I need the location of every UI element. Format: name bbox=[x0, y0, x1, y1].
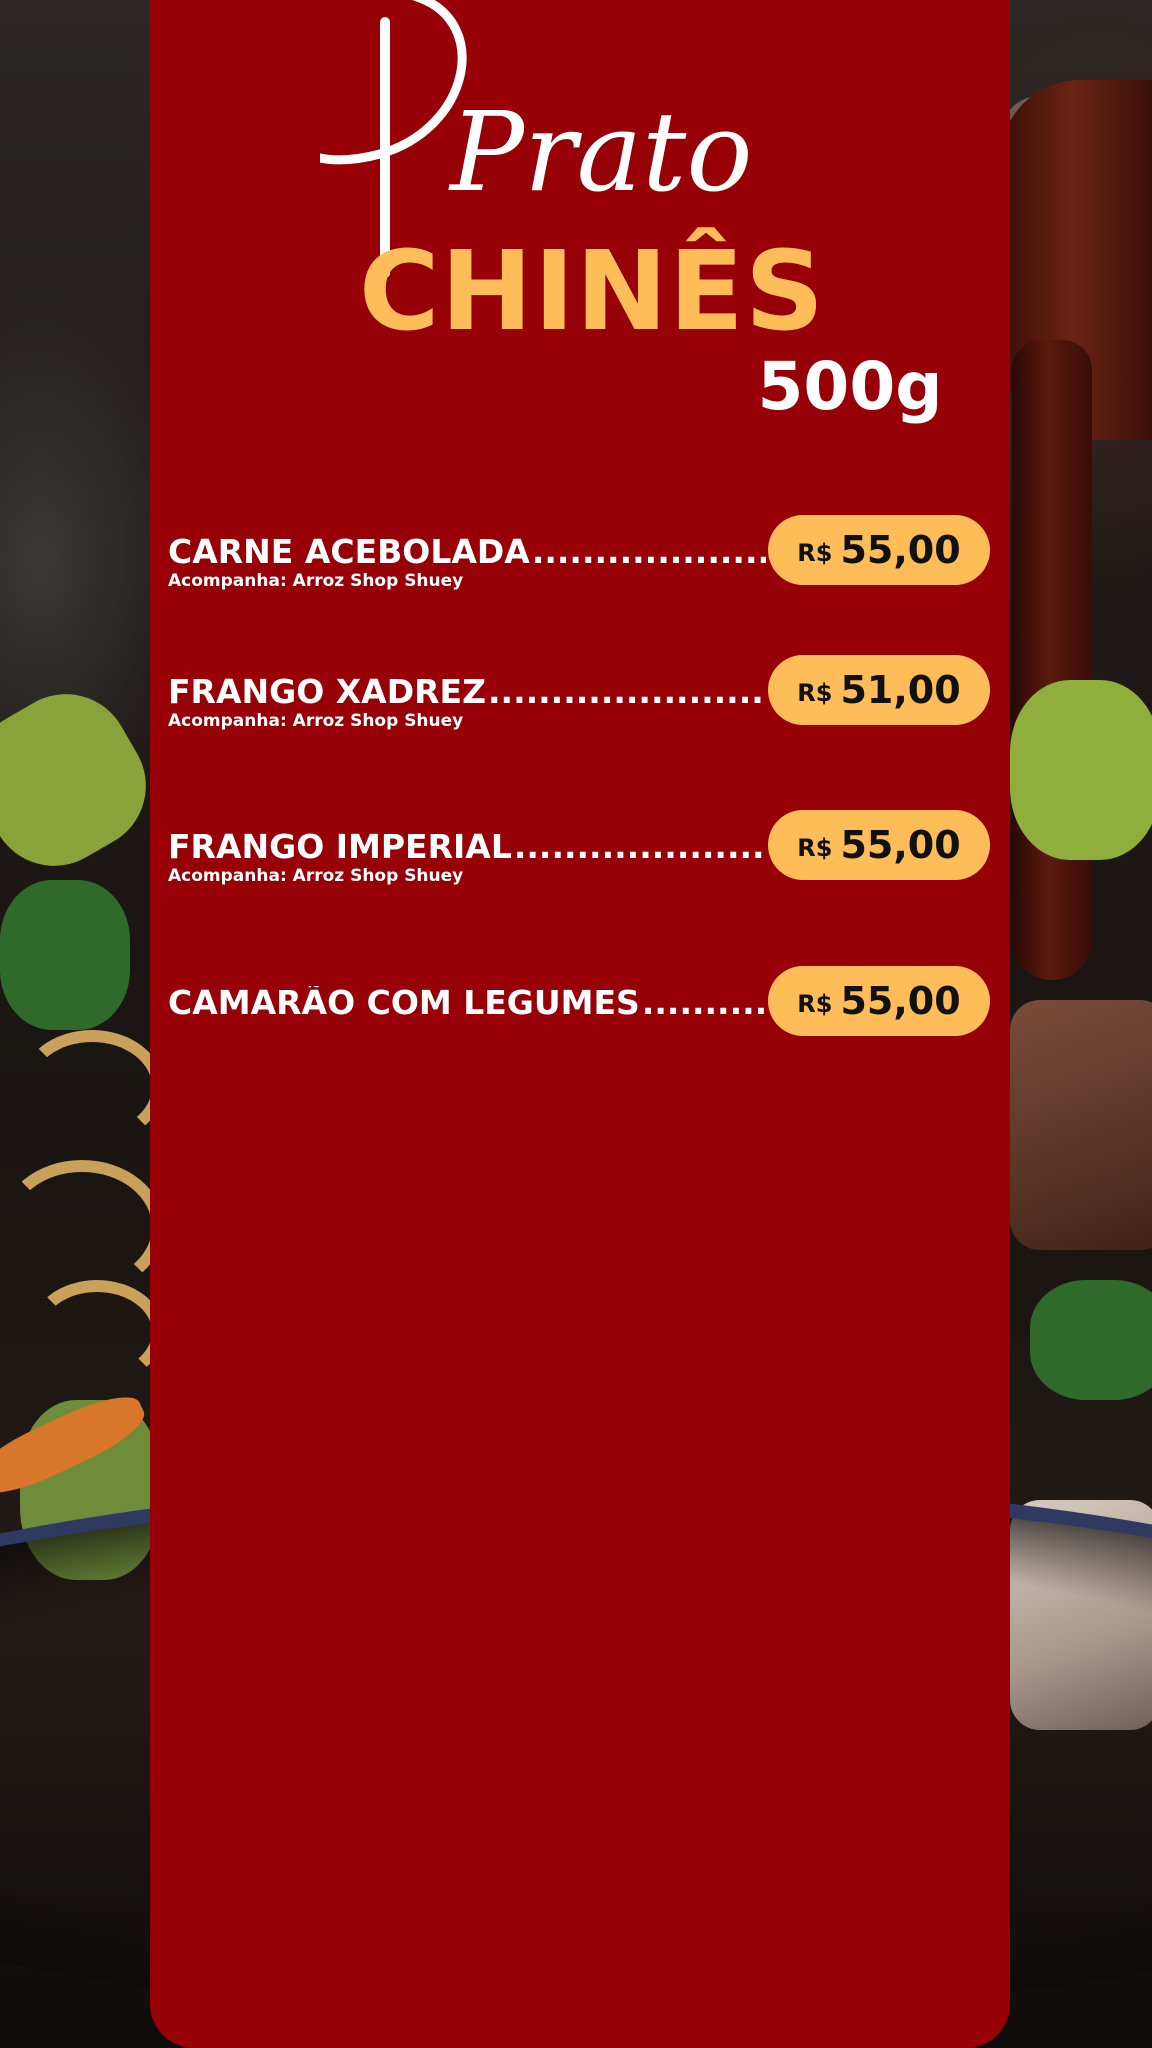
menu-item-side: Acompanha: Arroz Shop Shuey bbox=[168, 711, 464, 731]
price-currency: R$ bbox=[797, 539, 833, 567]
sauce-stream bbox=[1012, 340, 1092, 980]
noodle bbox=[20, 1030, 164, 1144]
price-badge: R$ 55,00 bbox=[768, 810, 990, 880]
title-main: CHINÊS bbox=[358, 227, 826, 355]
menu-item-name: FRANGO XADREZ...........................… bbox=[168, 675, 766, 708]
price-badge: R$ 55,00 bbox=[768, 966, 990, 1036]
broccoli bbox=[0, 880, 130, 1030]
leader-dots: ............................ bbox=[488, 675, 766, 708]
leader-dots: .......... bbox=[641, 986, 766, 1019]
title-weight: 500g bbox=[757, 348, 943, 425]
price-badge: R$ 55,00 bbox=[768, 515, 990, 585]
price-badge: R$ 51,00 bbox=[768, 655, 990, 725]
price-currency: R$ bbox=[797, 834, 833, 862]
menu-item: CARNE ACEBOLADA.................... Acom… bbox=[168, 515, 990, 595]
leader-dots: ........................ bbox=[513, 830, 766, 863]
menu-item: FRANGO XADREZ...........................… bbox=[168, 655, 990, 735]
beef-slice bbox=[1010, 1000, 1152, 1250]
menu-item-name: FRANGO IMPERIAL........................ bbox=[168, 830, 766, 863]
price-amount: 55,00 bbox=[840, 823, 961, 867]
pepper-slice-right bbox=[1010, 680, 1152, 860]
price-amount: 55,00 bbox=[840, 979, 961, 1023]
pepper-slice bbox=[0, 670, 170, 890]
price-currency: R$ bbox=[797, 679, 833, 707]
broccoli-right bbox=[1030, 1280, 1152, 1400]
menu-item-name: CAMARÃO COM LEGUMES.......... bbox=[168, 986, 766, 1019]
price-amount: 51,00 bbox=[840, 668, 961, 712]
leader-dots: .................... bbox=[531, 535, 766, 568]
menu-item: CAMARÃO COM LEGUMES.......... R$ 55,00 bbox=[168, 966, 990, 1046]
noodle bbox=[0, 1160, 164, 1294]
noodle bbox=[30, 1280, 164, 1384]
price-currency: R$ bbox=[797, 990, 833, 1018]
menu-item-side: Acompanha: Arroz Shop Shuey bbox=[168, 571, 464, 591]
menu-item-side: Acompanha: Arroz Shop Shuey bbox=[168, 866, 464, 886]
menu-item: FRANGO IMPERIAL........................ … bbox=[168, 810, 990, 890]
title-script-text: Prato bbox=[448, 88, 753, 216]
menu-item-name: CARNE ACEBOLADA.................... bbox=[168, 535, 766, 568]
price-amount: 55,00 bbox=[840, 528, 961, 572]
